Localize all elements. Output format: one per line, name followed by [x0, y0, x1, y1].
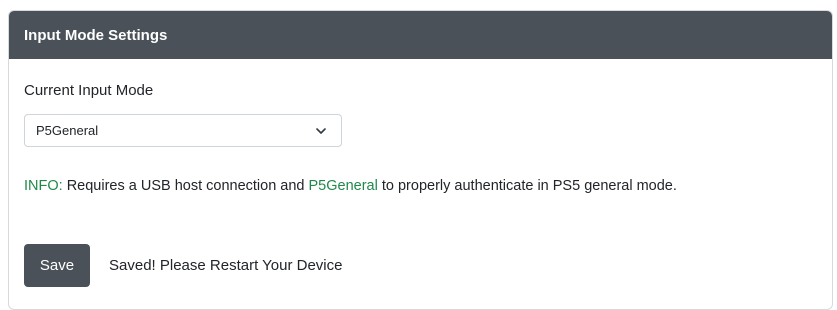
info-text-1: Requires a USB host connection and [62, 178, 309, 194]
save-button[interactable]: Save [24, 244, 90, 287]
card-header: Input Mode Settings [9, 11, 832, 59]
save-status-text: Saved! Please Restart Your Device [109, 257, 343, 274]
info-text-2: to properly authenticate in PS5 general … [377, 178, 677, 194]
card-title: Input Mode Settings [24, 26, 168, 44]
settings-card: Input Mode Settings Current Input Mode P… [8, 10, 833, 310]
info-message: INFO: Requires a USB host connection and… [24, 178, 677, 194]
info-prefix: INFO: [24, 178, 63, 194]
chevron-down-icon [316, 127, 326, 134]
input-mode-select[interactable]: P5General [24, 114, 342, 147]
info-highlight: P5General [308, 178, 378, 194]
input-mode-label: Current Input Mode [24, 82, 154, 99]
input-mode-selected-value: P5General [36, 123, 99, 138]
